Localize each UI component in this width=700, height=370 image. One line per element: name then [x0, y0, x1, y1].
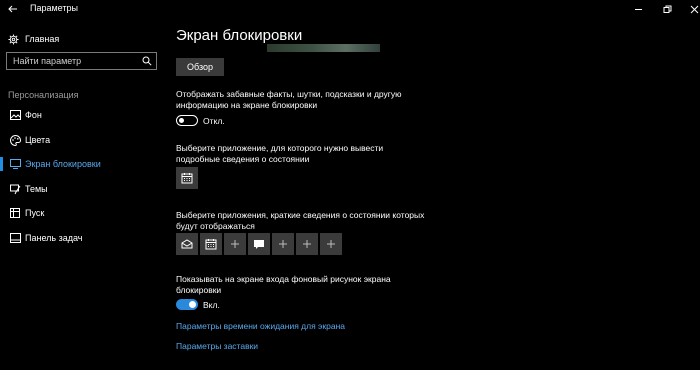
signin-background-state: Вкл. — [203, 300, 220, 310]
calendar-icon — [205, 239, 217, 250]
chat-icon — [254, 239, 264, 249]
fun-facts-label: Отображать забавные факты, шутки, подска… — [176, 89, 402, 111]
signin-background-line2: блокировки — [176, 285, 222, 295]
quick-status-tile-calendar[interactable] — [200, 233, 222, 255]
screensaver-link[interactable]: Параметры заставки — [176, 341, 258, 351]
screen-timeout-link[interactable]: Параметры времени ожидания для экрана — [176, 321, 345, 331]
signin-background-toggle[interactable] — [176, 299, 198, 310]
back-arrow-icon — [8, 5, 17, 13]
taskbar-icon — [9, 232, 21, 244]
toggle-knob — [179, 118, 184, 123]
window-title: Параметры — [30, 3, 78, 13]
sidebar-item-label: Цвета — [25, 135, 51, 145]
picture-icon — [9, 109, 21, 121]
search-icon[interactable] — [142, 56, 152, 66]
sidebar: Главная Найти параметр Персонализация Фо… — [0, 18, 165, 370]
signin-background-line1: Показывать на экране входа фоновый рисун… — [176, 274, 391, 284]
minimize-button[interactable] — [623, 0, 653, 18]
main-content: Экран блокировки Обзор Отображать забавн… — [165, 18, 700, 370]
section-title: Персонализация — [8, 90, 79, 100]
page-title: Экран блокировки — [176, 27, 303, 44]
sidebar-item-label: Темы — [25, 184, 48, 194]
plus-icon — [231, 240, 239, 248]
close-button[interactable] — [679, 0, 700, 18]
sidebar-item-taskbar[interactable]: Панель задач — [0, 229, 165, 247]
search-input[interactable]: Найти параметр — [6, 52, 157, 70]
plus-icon — [279, 240, 287, 248]
detailed-status-app-tile[interactable] — [176, 167, 198, 189]
quick-status-tile-add[interactable] — [272, 233, 294, 255]
fun-facts-toggle[interactable] — [176, 115, 198, 126]
toggle-knob — [189, 301, 196, 308]
sidebar-item-label: Фон — [25, 110, 42, 120]
mail-icon — [181, 239, 193, 249]
gear-icon — [8, 33, 19, 45]
restore-icon — [663, 5, 671, 13]
fun-facts-line1: Отображать забавные факты, шутки, подска… — [176, 89, 402, 99]
calendar-icon — [181, 173, 193, 184]
start-icon — [9, 207, 21, 219]
close-icon — [690, 5, 698, 13]
sidebar-item-start[interactable]: Пуск — [0, 204, 165, 222]
browse-button[interactable]: Обзор — [176, 58, 224, 76]
quick-status-tile-add[interactable] — [296, 233, 318, 255]
sidebar-item-label: Пуск — [25, 208, 45, 218]
detailed-status-line1: Выберите приложение, для которого нужно … — [176, 143, 384, 153]
sidebar-item-themes[interactable]: Темы — [0, 180, 165, 198]
active-indicator — [0, 157, 3, 171]
lock-screen-preview — [267, 44, 380, 52]
sidebar-item-label: Панель задач — [25, 233, 83, 243]
quick-status-line2: будут отображаться — [176, 221, 255, 231]
plus-icon — [327, 240, 335, 248]
home-nav-item[interactable]: Главная — [8, 32, 59, 46]
back-button[interactable] — [0, 0, 26, 18]
palette-icon — [9, 134, 21, 146]
maximize-button[interactable] — [652, 0, 682, 18]
plus-icon — [303, 240, 311, 248]
quick-status-tile-add[interactable] — [320, 233, 342, 255]
signin-background-label: Показывать на экране входа фоновый рисун… — [176, 274, 391, 296]
sidebar-item-background[interactable]: Фон — [0, 106, 165, 124]
home-label: Главная — [25, 34, 60, 44]
quick-status-tile-mail[interactable] — [176, 233, 198, 255]
quick-status-tile-add[interactable] — [224, 233, 246, 255]
sidebar-item-label: Экран блокировки — [25, 159, 101, 169]
detailed-status-label: Выберите приложение, для которого нужно … — [176, 143, 383, 165]
quick-status-line1: Выберите приложения, краткие сведения о … — [176, 210, 425, 220]
title-bar: Параметры — [0, 0, 700, 18]
quick-status-label: Выберите приложения, краткие сведения о … — [176, 210, 424, 232]
fun-facts-state: Откл. — [203, 116, 225, 126]
detailed-status-line2: подробные сведения о состоянии — [176, 154, 310, 164]
sidebar-item-colors[interactable]: Цвета — [0, 131, 165, 149]
fun-facts-line2: информацию на экране блокировки — [176, 100, 318, 110]
minimize-icon — [634, 8, 642, 10]
sidebar-item-lock-screen[interactable]: Экран блокировки — [0, 155, 165, 173]
quick-status-tile-chat[interactable] — [248, 233, 270, 255]
lock-screen-icon — [9, 158, 21, 170]
search-placeholder: Найти параметр — [13, 56, 82, 66]
brush-icon — [9, 183, 21, 195]
